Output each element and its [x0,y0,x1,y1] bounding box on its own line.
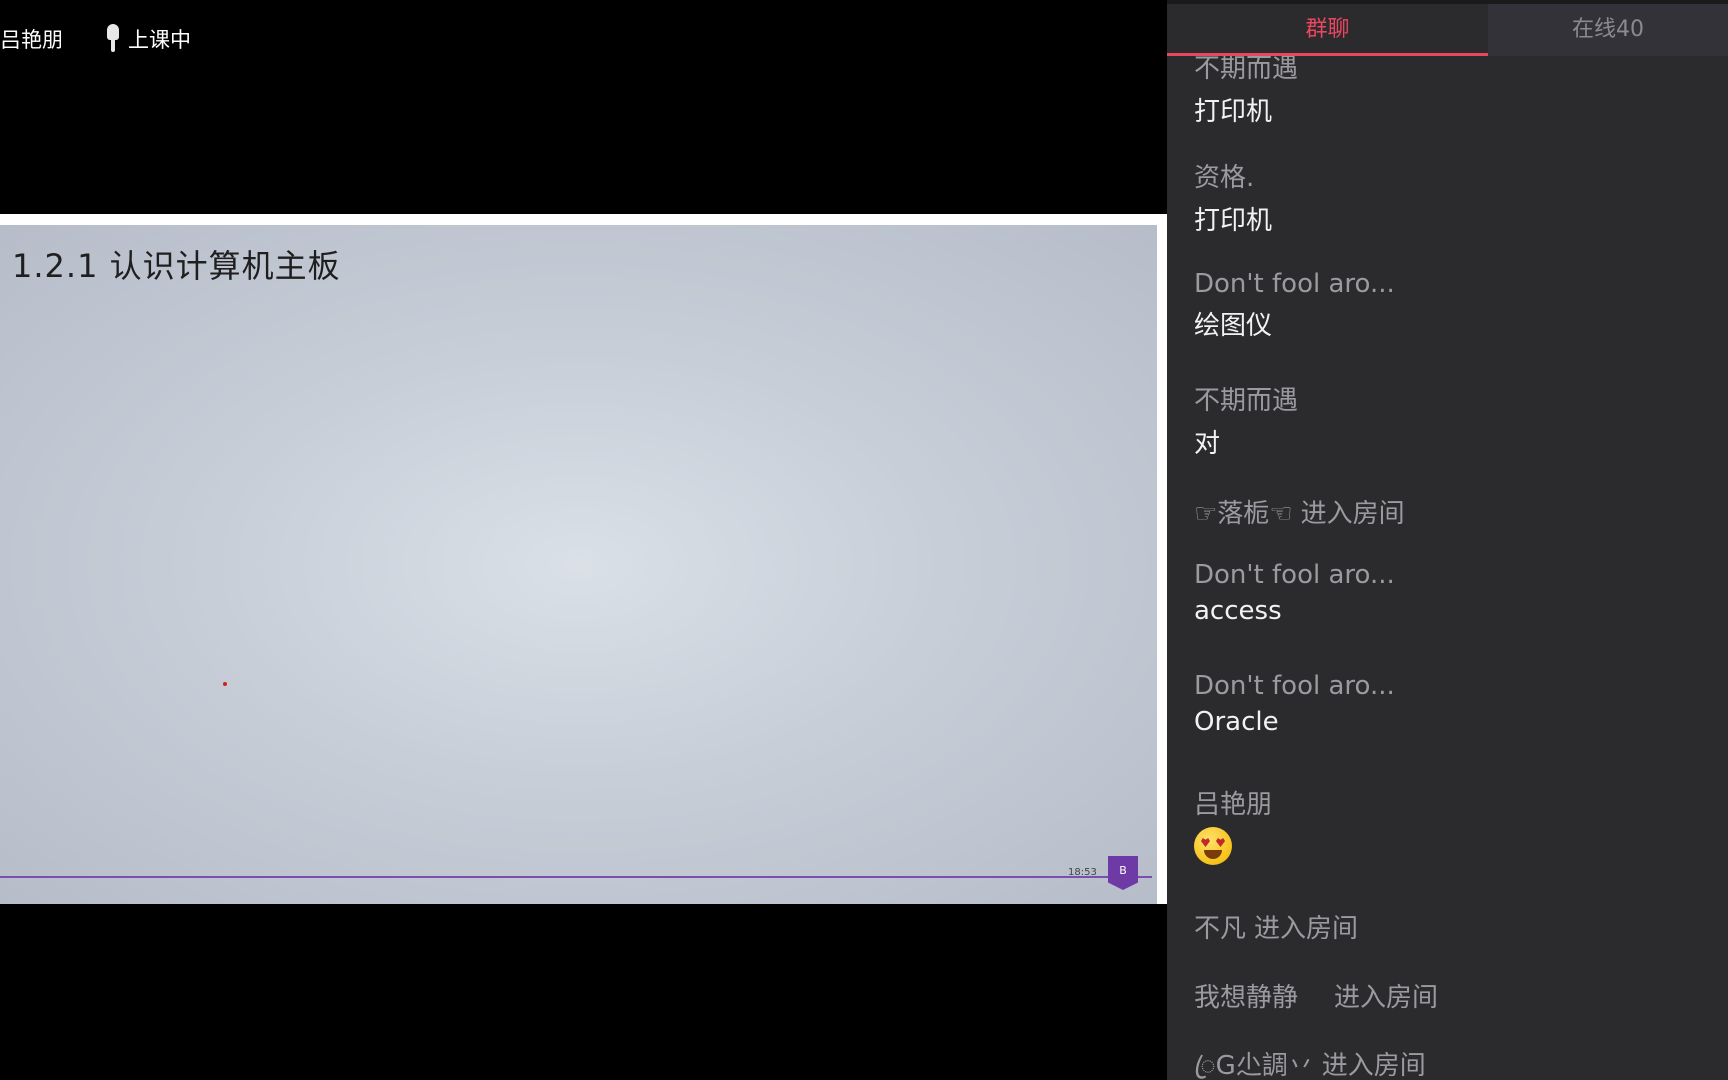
system-message: 不凡 进入房间 [1194,908,1358,945]
system-message-action: 进入房间 [1321,1051,1426,1080]
system-message-action: 进入房间 [1300,499,1405,529]
message-text: 对 [1194,429,1221,459]
star-struck-emoji-icon [1194,827,1232,865]
teacher-name: 吕艳朋 [0,28,63,52]
chat-message: 吕艳朋 [1194,784,1272,865]
slide-bookmark-tag: B [1108,856,1138,890]
message-text: access [1194,596,1282,626]
message-sender: Don't fool aro... [1194,269,1395,299]
system-message: ☞落栀☜ 进入房间 [1194,493,1405,530]
slide-divider-line [0,876,1152,878]
message-text: 打印机 [1194,97,1273,127]
chat-message: 资格. 打印机 [1194,157,1272,237]
system-message-user: 我想静静 [1194,983,1299,1013]
message-text: 打印机 [1194,206,1273,236]
slide-frame: 1.2.1 认识计算机主板 18:53 B [0,214,1167,904]
slide-title: 1.2.1 认识计算机主板 [12,247,341,285]
presentation-slide: 1.2.1 认识计算机主板 18:53 B [0,225,1157,904]
video-stage: 吕艳朋 上课中 1.2.1 认识计算机主板 18:53 B [0,0,1167,1080]
chat-message: Don't fool aro... 绘图仪 [1194,269,1395,342]
chat-tabs: 群聊 在线40 [1167,4,1728,56]
message-text: Oracle [1194,707,1279,737]
microphone-icon [106,24,120,54]
message-sender: 吕艳朋 [1194,790,1273,820]
system-message-user: ꦿG尐調丷 [1194,1051,1314,1080]
system-message-user: 不凡 [1194,914,1247,944]
chat-message: 不期而遇 对 [1194,380,1298,460]
message-sender: Don't fool aro... [1194,671,1395,701]
message-sender: Don't fool aro... [1194,560,1395,590]
tab-group-chat[interactable]: 群聊 [1167,4,1488,56]
slide-timestamp: 18:53 [1068,867,1097,878]
class-status-label: 上课中 [128,28,191,52]
system-message-user: ☞落栀☜ [1194,499,1293,529]
message-text: 绘图仪 [1194,311,1273,341]
chat-message: Don't fool aro... access [1194,560,1395,626]
chat-message: 不期而遇 打印机 [1194,48,1298,128]
message-sender: 不期而遇 [1194,386,1299,416]
system-message: 我想静静 进入房间 [1194,977,1438,1014]
chat-panel: 不期而遇 打印机 资格. 打印机 Don't fool aro... 绘图仪 不… [1167,4,1728,1080]
class-status: 上课中 [106,24,191,54]
message-sender: 资格. [1194,163,1255,193]
laser-pointer-dot [223,682,227,686]
system-message: ꦿG尐調丷 进入房间 [1194,1045,1426,1080]
system-message-action: 进入房间 [1334,983,1439,1013]
chat-message: Don't fool aro... Oracle [1194,671,1395,737]
system-message-action: 进入房间 [1254,914,1359,944]
tab-online-users[interactable]: 在线40 [1488,4,1728,56]
